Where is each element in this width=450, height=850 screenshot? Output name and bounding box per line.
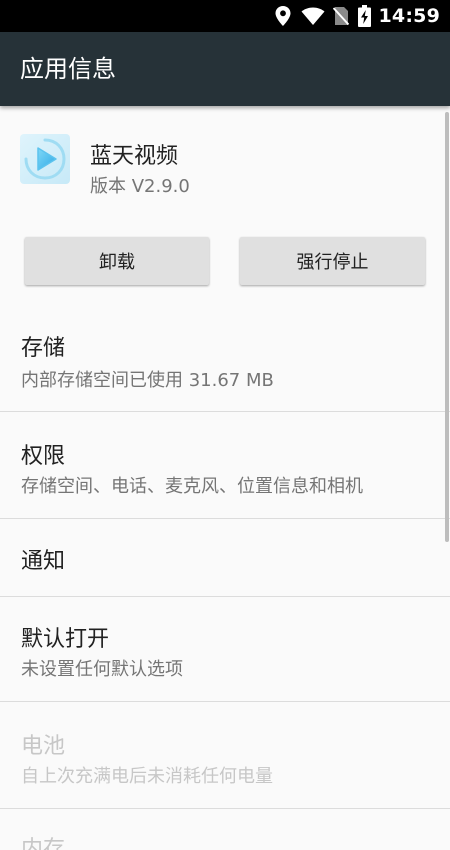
force-stop-button[interactable]: 强行停止 [240,237,425,285]
list-item-title: 内存 [21,837,66,850]
list-item-open-by-default[interactable]: 默认打开 未设置任何默认选项 [0,597,450,701]
app-icon [20,134,70,184]
list-item-summary: 内部存储空间已使用 31.67 MB [21,370,274,391]
list-item-permissions[interactable]: 权限 存储空间、电话、麦克风、位置信息和相机 [0,412,450,518]
list-item-storage[interactable]: 存储 内部存储空间已使用 31.67 MB [0,308,450,411]
app-version: 版本 V2.9.0 [90,176,190,197]
no-sim-icon [332,6,349,26]
list-item-summary: 自上次充满电后未消耗任何电量 [21,766,273,787]
location-icon [275,6,291,26]
list-item-summary: 未设置任何默认选项 [21,659,183,680]
status-time: 14:59 [378,5,440,27]
list-item-title: 默认打开 [21,627,110,652]
battery-charging-icon [357,5,371,27]
list-item-title: 通知 [21,549,66,574]
list-item-summary: 存储空间、电话、麦克风、位置信息和相机 [21,476,363,497]
wifi-icon [301,6,325,26]
page-title: 应用信息 [20,55,116,83]
list-item-battery: 电池 自上次充满电后未消耗任何电量 [0,702,450,808]
uninstall-button-label: 卸载 [99,252,135,273]
scrollbar[interactable] [445,112,449,542]
uninstall-button[interactable]: 卸载 [25,237,209,285]
list-item-title: 电池 [21,734,66,759]
list-item-memory: 内存 [0,809,450,850]
app-header: 蓝天视频 版本 V2.9.0 [0,106,450,216]
list-item-title: 存储 [21,336,66,361]
list-item-notifications[interactable]: 通知 [0,519,450,596]
list-item-title: 权限 [21,444,66,469]
app-bar: 应用信息 [0,32,450,106]
app-name: 蓝天视频 [90,144,179,169]
status-bar: 14:59 [0,0,450,32]
force-stop-button-label: 强行停止 [296,252,369,273]
status-icons: 14:59 [275,0,440,32]
